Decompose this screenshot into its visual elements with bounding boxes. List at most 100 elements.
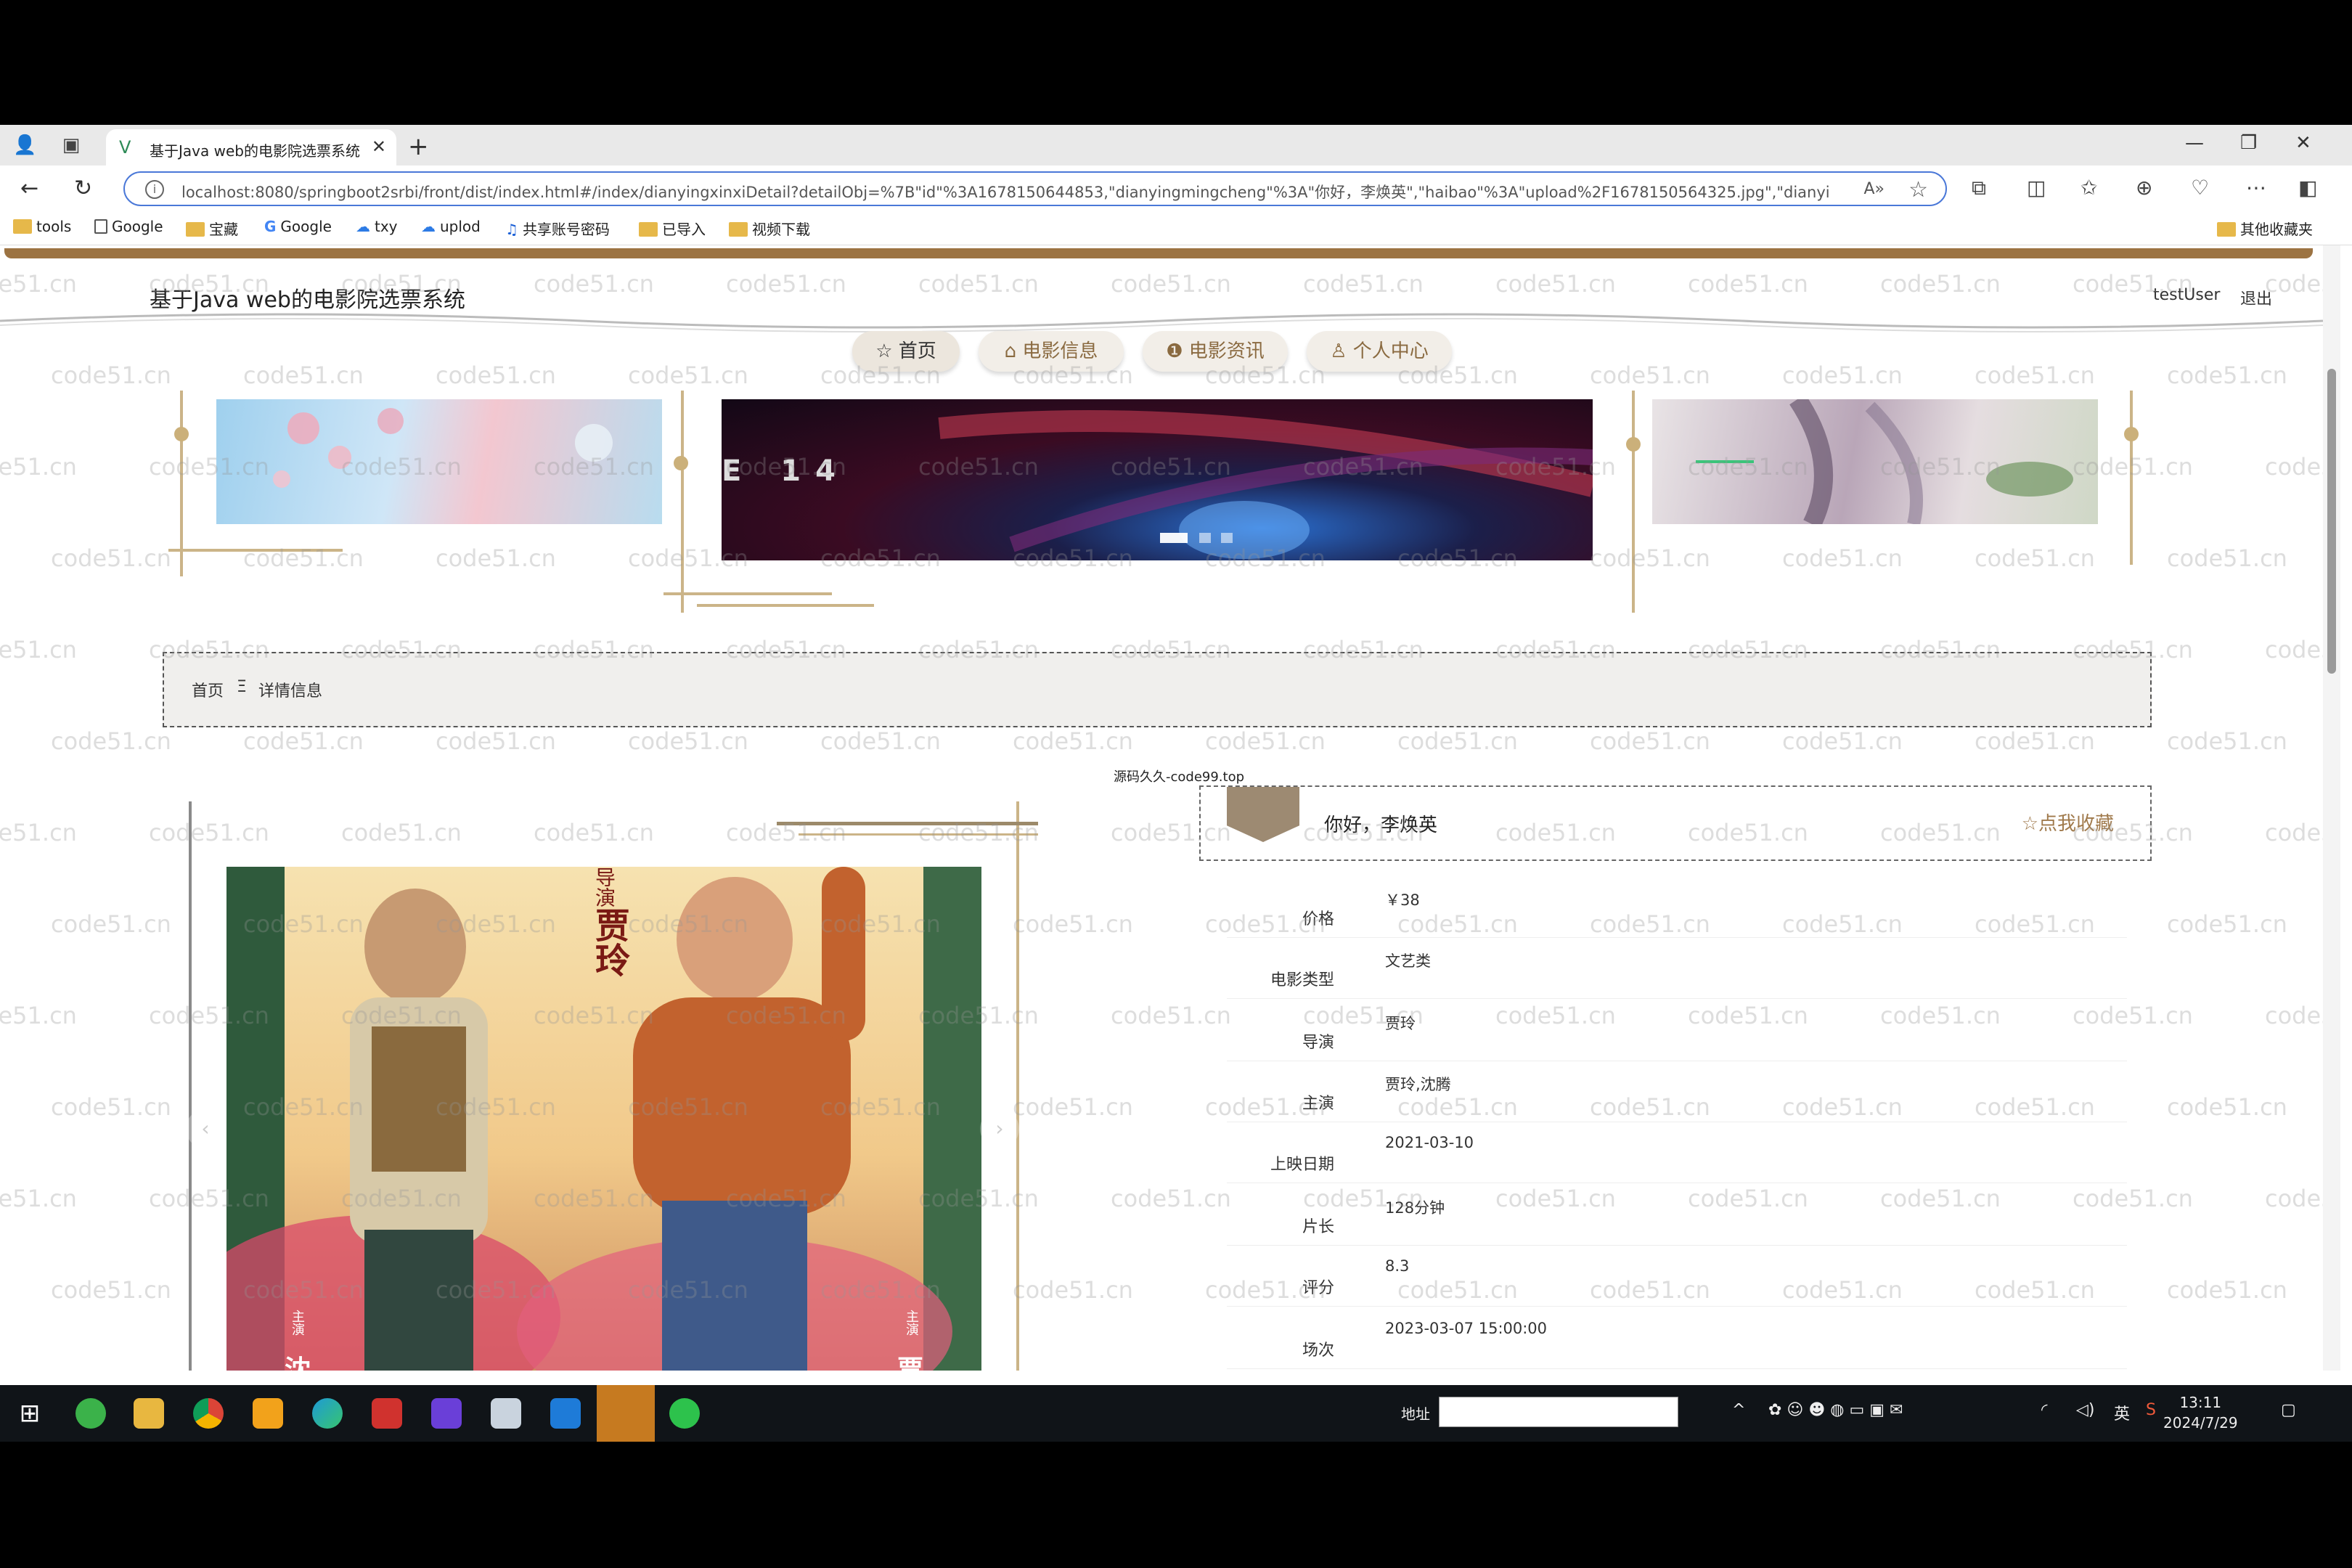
ime-indicator[interactable]: 英 <box>2114 1401 2130 1424</box>
cloud-icon: ☁ <box>356 218 370 235</box>
extensions-icon[interactable]: ⧉ <box>1972 176 1986 200</box>
bookmark-txy[interactable]: ☁ txy <box>356 218 398 235</box>
watermark-text: code51.cn <box>0 1368 77 1371</box>
word-icon[interactable] <box>550 1398 581 1429</box>
info-value: 贾玲,沈腾 <box>1385 1076 1451 1093</box>
nav-home[interactable]: ☆ 首页 <box>852 331 960 372</box>
collections-icon[interactable]: ⊕ <box>2136 176 2152 200</box>
address-bar[interactable]: i localhost:8080/springboot2srbi/front/d… <box>123 171 1947 206</box>
close-window-icon[interactable]: ✕ <box>2295 132 2311 154</box>
close-tab-icon[interactable]: ✕ <box>372 136 386 157</box>
read-aloud-icon[interactable]: A» <box>1863 180 1885 198</box>
bookmark-other[interactable]: 其他收藏夹 <box>2217 218 2313 239</box>
app-active-icon[interactable] <box>597 1385 655 1442</box>
poster-lead-left: 沈 <box>285 1355 311 1371</box>
watermark-text: code51.cn <box>1111 270 1231 298</box>
info-label: 评分 <box>1302 1279 1334 1297</box>
bookmark-google-2[interactable]: G Google <box>264 218 332 235</box>
bookmark-google-1[interactable]: Google <box>94 218 163 235</box>
breadcrumb: 首页 Ξ 详情信息 <box>163 652 2152 727</box>
banner-slide-main[interactable]: E 14 <box>722 399 1593 560</box>
watermark-text: code51.cn <box>628 727 748 755</box>
info-label: 导演 <box>1302 1034 1334 1052</box>
watermark-text: code51.cn <box>820 727 941 755</box>
site-info-icon[interactable]: i <box>145 180 164 199</box>
bookmark-tools[interactable]: tools <box>13 218 71 235</box>
carousel-indicator[interactable] <box>1221 533 1233 543</box>
new-tab-icon[interactable]: + <box>408 132 429 161</box>
banner-slide-right[interactable] <box>1652 399 2098 524</box>
carousel-indicator-active[interactable] <box>1160 533 1188 543</box>
info-label: 片长 <box>1302 1218 1334 1236</box>
nav-user-center[interactable]: ♙ 个人中心 <box>1307 331 1452 372</box>
system-clock[interactable]: 13:11 2024/7/29 <box>2163 1392 2238 1433</box>
favorite-button[interactable]: ☆点我收藏 <box>2022 809 2114 836</box>
poster-frame-line <box>1016 801 1019 1371</box>
favorite-star-icon[interactable]: ☆ <box>1908 177 1928 203</box>
poster-director-name: 贾玲 <box>589 907 629 977</box>
tab-actions-icon[interactable]: ▣ <box>60 134 83 157</box>
tray-app-icons[interactable]: ✿ ☺ ☻ ◍ ▭ ▣ ✉ <box>1768 1401 1903 1419</box>
info-label: 价格 <box>1302 910 1334 928</box>
windows-start-icon[interactable]: ⊞ <box>15 1398 45 1429</box>
bookmark-video-download[interactable]: 视频下载 <box>729 218 810 239</box>
source-note: 源码久久-code99.top <box>1114 769 1245 785</box>
movie-banner-image <box>938 410 1593 559</box>
profile-icon[interactable]: 👤 <box>13 134 36 157</box>
intellij-icon[interactable] <box>431 1398 462 1429</box>
favorites-icon[interactable]: ✩ <box>2081 176 2097 200</box>
address-toolbar-input[interactable] <box>1439 1397 1678 1427</box>
nav-movie-news[interactable]: ❶ 电影资讯 <box>1143 331 1288 372</box>
cloud-icon: ☁ <box>421 218 436 235</box>
sidebar-icon[interactable]: ◧ <box>2298 176 2317 200</box>
watermark-text: code51.cn <box>1013 727 1133 755</box>
tray-expand-icon[interactable]: ^ <box>1732 1401 1745 1419</box>
breadcrumb-home[interactable]: 首页 <box>192 678 224 701</box>
split-screen-icon[interactable]: ◫ <box>2027 176 2046 200</box>
wps-icon[interactable] <box>372 1398 402 1429</box>
bookmark-baozang[interactable]: 宝藏 <box>186 218 238 239</box>
network-icon[interactable]: ◜ <box>2041 1401 2048 1419</box>
sublime-icon[interactable] <box>253 1398 283 1429</box>
file-explorer-icon[interactable] <box>134 1398 164 1429</box>
sogou-icon[interactable]: S <box>2146 1401 2156 1419</box>
current-user[interactable]: testUser <box>2153 286 2220 304</box>
watermark-text: code51.cn <box>2265 819 2323 846</box>
browser-essentials-icon[interactable]: ♡ <box>2191 176 2209 200</box>
decor-line <box>697 604 874 607</box>
decor-dot <box>674 456 688 470</box>
vue-favicon-icon: V <box>119 137 131 158</box>
app-360-icon[interactable] <box>75 1398 106 1429</box>
bookmark-imported[interactable]: 已导入 <box>639 218 706 239</box>
refresh-icon[interactable]: ↻ <box>74 176 92 201</box>
page-scrollbar[interactable] <box>2323 245 2340 1371</box>
minimize-icon[interactable]: — <box>2185 132 2204 154</box>
bookmark-uplod[interactable]: ☁ uplod <box>421 218 481 235</box>
decor-dot <box>2124 427 2139 441</box>
restore-icon[interactable]: ❐ <box>2240 132 2257 154</box>
watermark-text: code51.cn <box>1975 544 2095 572</box>
volume-icon[interactable]: ◁) <box>2076 1401 2095 1419</box>
edge-icon[interactable] <box>312 1398 343 1429</box>
wechat-icon[interactable] <box>669 1398 700 1429</box>
carousel-indicator[interactable] <box>1199 533 1211 543</box>
back-icon[interactable]: ← <box>20 176 38 201</box>
poster-frame-line <box>189 801 192 1371</box>
watermark-text: code51.cn <box>2167 544 2287 572</box>
watermark-text: code51.cn <box>2265 1002 2323 1029</box>
nav-movie-info[interactable]: ⌂ 电影信息 <box>979 331 1124 372</box>
chrome-icon[interactable] <box>193 1398 224 1429</box>
banner-slide-left[interactable] <box>216 399 662 524</box>
app-icon[interactable] <box>491 1398 521 1429</box>
scroll-thumb[interactable] <box>2327 369 2336 674</box>
carousel-next-arrow[interactable]: › <box>980 1109 1019 1148</box>
carousel-prev-arrow[interactable]: ‹ <box>186 1109 225 1148</box>
more-menu-icon[interactable]: ⋯ <box>2246 176 2266 200</box>
watermark-text: code51.cn <box>2167 1276 2287 1304</box>
bookmark-shared-accounts[interactable]: ♫ 共享账号密码 <box>505 218 610 239</box>
watermark-text: code51.cn <box>51 1276 171 1304</box>
notification-icon[interactable]: ▢ <box>2281 1401 2296 1419</box>
info-row-release-date: 上映日期 2021-03-10 <box>1227 1122 2127 1183</box>
poster-lead-label-right: 主演 <box>904 1310 919 1336</box>
browser-tab[interactable]: V 基于Java web的电影院选票系统 ✕ <box>106 129 396 166</box>
